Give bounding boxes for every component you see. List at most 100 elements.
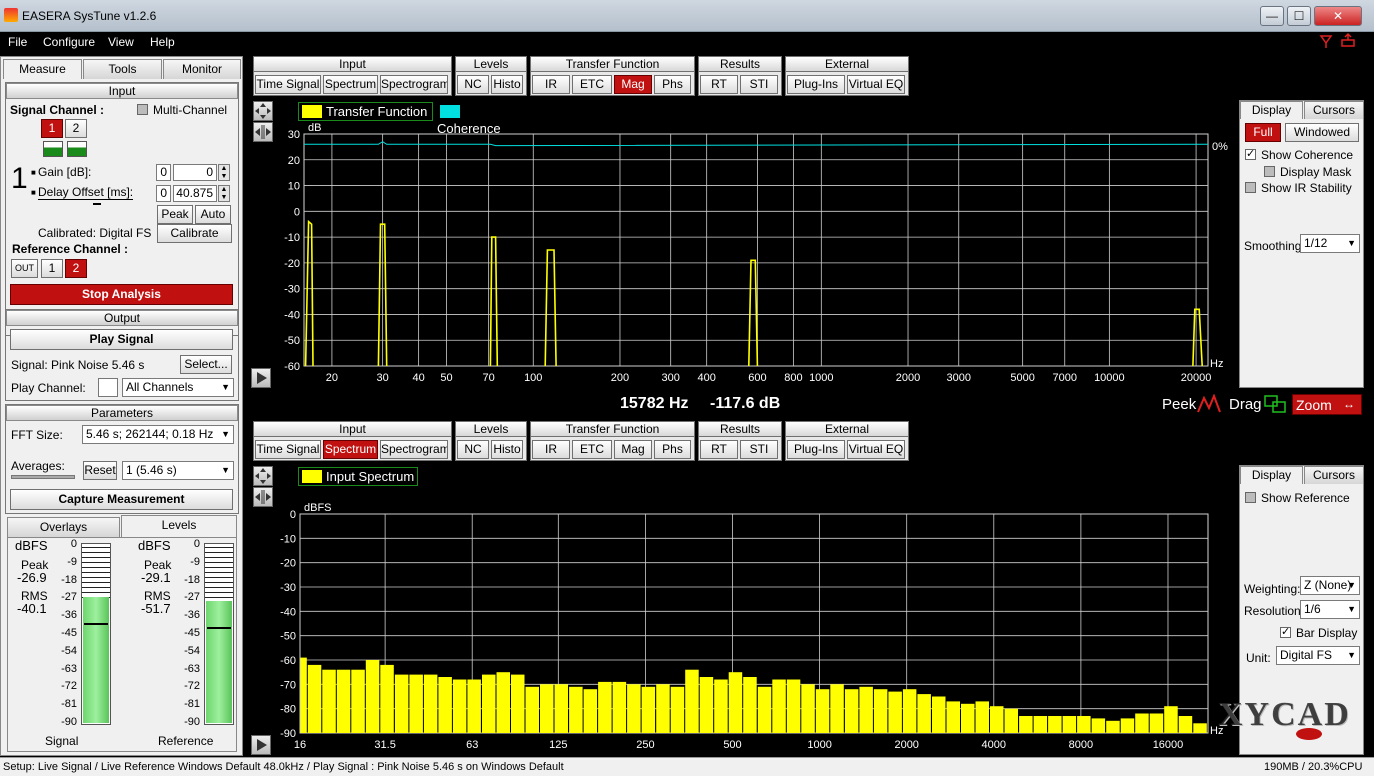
tab-tools[interactable]: Tools (83, 59, 162, 79)
top-rt-button[interactable]: RT (700, 75, 738, 94)
resolution-select[interactable]: 1/6 ▼ (1300, 600, 1360, 619)
zoom-button[interactable]: Zoom ↔ (1292, 394, 1362, 415)
bottom-rt-button[interactable]: RT (700, 440, 738, 459)
menu-file[interactable]: File (8, 35, 27, 49)
delay-slider-thumb[interactable] (93, 203, 101, 205)
gain-link-box[interactable]: 0 (156, 164, 171, 181)
menu-help[interactable]: Help (150, 35, 175, 49)
peak-button[interactable]: Peak (157, 205, 193, 224)
close-button[interactable]: ✕ (1314, 6, 1362, 26)
tf-x-tick-label: 1000 (809, 372, 833, 384)
peek-label[interactable]: Peek (1162, 396, 1196, 413)
display-mask-checkbox[interactable] (1264, 166, 1275, 177)
full-view-button[interactable]: Full (1245, 123, 1281, 142)
auto-button[interactable]: Auto (195, 205, 231, 224)
play-channel-select[interactable]: All Channels ▼ (122, 378, 234, 397)
bottom-histo-button[interactable]: Histo (491, 440, 523, 459)
weighting-select[interactable]: Z (None) ▼ (1300, 576, 1360, 595)
maximize-button[interactable]: ☐ (1287, 6, 1311, 26)
pan-arrows-icon-bottom[interactable] (253, 466, 273, 486)
bottom-spectrogram-button[interactable]: Spectrogram (380, 440, 448, 459)
signal-channel-2-button[interactable]: 2 (65, 119, 87, 138)
delay-spinner[interactable]: ▲ ▼ (218, 185, 230, 202)
top-mag-button[interactable]: Mag (614, 75, 652, 94)
bottom-sti-button[interactable]: STI (740, 440, 778, 459)
show-coherence-checkbox[interactable] (1245, 147, 1256, 160)
fft-size-select[interactable]: 5.46 s; 262144; 0.18 Hz ▼ (82, 425, 234, 444)
show-ir-stability-checkbox[interactable] (1245, 182, 1256, 193)
tab-measure[interactable]: Measure (3, 59, 82, 79)
select-signal-button[interactable]: Select... (180, 355, 232, 374)
tab-overlays[interactable]: Overlays (7, 517, 120, 537)
reset-averages-button[interactable]: Reset (83, 461, 117, 480)
bottom-ir-button[interactable]: IR (532, 440, 570, 459)
play-signal-button[interactable]: Play Signal (10, 329, 233, 350)
show-reference-checkbox[interactable] (1245, 492, 1256, 503)
bottom-nc-button[interactable]: NC (457, 440, 489, 459)
top-histo-button[interactable]: Histo (491, 75, 523, 94)
top-nc-button[interactable]: NC (457, 75, 489, 94)
minimize-button[interactable]: — (1260, 6, 1284, 26)
smoothing-select[interactable]: 1/12 ▼ (1300, 234, 1360, 253)
ref-channel-2-button[interactable]: 2 (65, 259, 87, 278)
zoom-arrows-icon: ↔ (1343, 397, 1355, 411)
bottom-mag-button[interactable]: Mag (614, 440, 652, 459)
play-top-icon[interactable] (251, 368, 271, 388)
cursor-db-readout: -117.6 dB (710, 395, 781, 412)
bottom-phs-button[interactable]: Phs (654, 440, 691, 459)
top-time-signal-button[interactable]: Time Signal (255, 75, 321, 94)
undock-icon[interactable] (1318, 32, 1358, 50)
delay-link-box[interactable]: 0 (156, 185, 171, 202)
averages-select[interactable]: 1 (5.46 s) ▼ (122, 461, 234, 480)
capture-measurement-button[interactable]: Capture Measurement (10, 489, 233, 510)
top-etc-button[interactable]: ETC (572, 75, 612, 94)
legend-coherence[interactable]: Coherence (436, 102, 528, 136)
ref-channel-1-button[interactable]: 1 (41, 259, 63, 278)
bottom-time-signal-button[interactable]: Time Signal (255, 440, 321, 459)
top-tab-cursors[interactable]: Cursors (1304, 101, 1364, 119)
tab-levels[interactable]: Levels (121, 515, 237, 537)
signal-scale-label: -63 (61, 662, 77, 675)
gain-input[interactable]: 0 (173, 164, 217, 181)
top-spectrum-button[interactable]: Spectrum (323, 75, 378, 94)
calibrate-button[interactable]: Calibrate (157, 224, 232, 243)
input-spectrum-chart[interactable]: 0-10-20-30-40-50-60-70-80-9016 31.5 63 125 2… (270, 497, 1236, 755)
bottom-spectrum-button[interactable]: Spectrum (323, 440, 378, 459)
tf-x-tick-label: 50 (440, 372, 452, 384)
gain-spinner[interactable]: ▲ ▼ (218, 164, 230, 181)
top-spectrogram-button[interactable]: Spectrogram (380, 75, 448, 94)
bullet-gain: ■ (31, 168, 36, 177)
top-sti-button[interactable]: STI (740, 75, 778, 94)
bar-display-checkbox[interactable] (1280, 625, 1291, 638)
top-tab-display[interactable]: Display (1240, 101, 1303, 119)
bottom-plug-ins-button[interactable]: Plug-Ins (787, 440, 845, 459)
drag-icon[interactable] (1263, 394, 1287, 414)
bottom-etc-button[interactable]: ETC (572, 440, 612, 459)
delay-offset-input[interactable]: 40.875 (173, 185, 217, 202)
top-plug-ins-button[interactable]: Plug-Ins (787, 75, 845, 94)
ref-out-button[interactable]: OUT (11, 259, 38, 278)
bottom-virtual-eq-button[interactable]: Virtual EQ (847, 440, 905, 459)
menu-view[interactable]: View (108, 35, 134, 49)
top-virtual-eq-button[interactable]: Virtual EQ (847, 75, 905, 94)
transfer-function-chart[interactable]: 3020100-10-20-30-40-50-6020 30 40 50 70 100 20… (270, 120, 1236, 388)
reference-meter-tick (205, 582, 233, 583)
play-bottom-icon[interactable] (251, 735, 271, 755)
legend-input-spectrum[interactable]: Input Spectrum (298, 467, 418, 486)
unit-select[interactable]: Digital FS ▼ (1276, 646, 1360, 665)
drag-label[interactable]: Drag (1229, 396, 1262, 413)
averages-slider[interactable] (11, 475, 75, 479)
bottom-tab-cursors[interactable]: Cursors (1304, 466, 1364, 484)
tab-monitor[interactable]: Monitor (163, 59, 241, 79)
legend-transfer-function[interactable]: Transfer Function (298, 102, 433, 121)
bottom-tab-display[interactable]: Display (1240, 466, 1303, 484)
top-phs-button[interactable]: Phs (654, 75, 691, 94)
peek-icon[interactable] (1196, 394, 1222, 414)
top-ir-button[interactable]: IR (532, 75, 570, 94)
signal-channel-1-button[interactable]: 1 (41, 119, 63, 138)
windowed-view-button[interactable]: Windowed (1285, 123, 1359, 142)
menu-configure[interactable]: Configure (43, 35, 95, 49)
pan-arrows-icon[interactable] (253, 101, 273, 121)
stop-analysis-button[interactable]: Stop Analysis (10, 284, 233, 305)
multi-channel-checkbox[interactable] (137, 104, 148, 115)
